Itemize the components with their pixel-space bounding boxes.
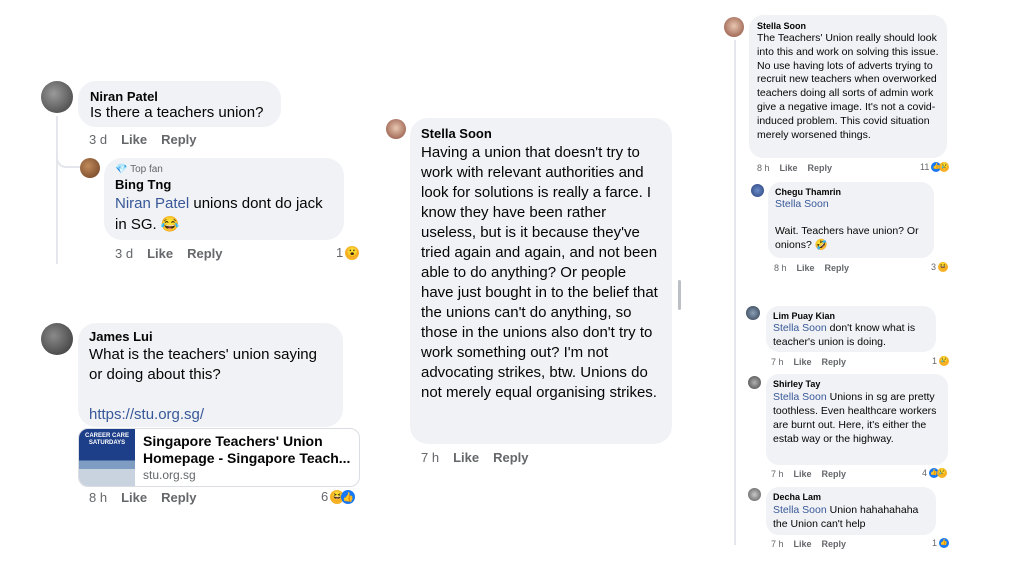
reaction-summary[interactable]: 1 😢	[932, 356, 950, 366]
reply-button[interactable]: Reply	[822, 469, 847, 479]
reply-bubble: Chegu Thamrin Stella Soon Wait. Teachers…	[768, 182, 934, 258]
like-button[interactable]: Like	[147, 246, 173, 261]
comment-meta: 7 h Like Reply	[771, 539, 860, 549]
sad-reaction-icon: 😢	[939, 162, 950, 172]
url-link[interactable]: https://stu.org.sg/	[89, 406, 204, 423]
timestamp[interactable]: 3 d	[115, 246, 133, 261]
like-button[interactable]: Like	[121, 490, 147, 505]
reply-button[interactable]: Reply	[825, 263, 850, 273]
reply-button[interactable]: Reply	[493, 450, 528, 465]
comment-text: What is the teachers' union saying or do…	[89, 346, 317, 383]
link-domain: stu.org.sg	[143, 468, 196, 482]
comment-text: The Teachers' Union really should look i…	[757, 32, 939, 141]
reaction-summary[interactable]: 1 👍	[932, 538, 950, 548]
avatar[interactable]	[41, 81, 73, 113]
author-name[interactable]: James Lui	[89, 329, 332, 345]
comment-bubble: Stella Soon Having a union that doesn't …	[410, 118, 672, 444]
reply-button[interactable]: Reply	[187, 246, 222, 261]
thread-line	[734, 40, 736, 545]
timestamp[interactable]: 7 h	[421, 450, 439, 465]
mention-link[interactable]: Niran Patel	[115, 195, 189, 212]
mention-link[interactable]: Stella Soon	[773, 322, 827, 334]
sad-reaction-icon: 😢	[937, 468, 948, 478]
haha-reaction-icon: 😆	[938, 262, 949, 272]
reaction-summary[interactable]: 3 😆	[931, 262, 949, 272]
reply-button[interactable]: Reply	[822, 539, 847, 549]
like-reaction-icon: 👍	[939, 538, 950, 548]
comment-meta: 8 h Like Reply	[757, 163, 846, 173]
reaction-summary[interactable]: 6 😆 👍	[321, 489, 356, 504]
like-button[interactable]: Like	[797, 263, 815, 273]
mention-link[interactable]: Stella Soon	[773, 391, 827, 403]
reply-bubble: 💎 Top fan Bing Tng Niran Patel unions do…	[104, 158, 344, 240]
thread-line	[56, 116, 58, 264]
comment-meta: 8 h Like Reply	[89, 490, 211, 505]
wow-reaction-icon: 😮	[345, 245, 360, 260]
author-name[interactable]: Lim Puay Kian	[773, 310, 929, 322]
avatar[interactable]	[41, 323, 73, 355]
comment-meta: 7 h Like Reply	[421, 450, 543, 465]
timestamp[interactable]: 7 h	[771, 357, 784, 367]
reaction-summary[interactable]: 4 👍 😢	[922, 468, 948, 478]
reaction-summary[interactable]: 1 😮	[336, 245, 360, 260]
reply-button[interactable]: Reply	[822, 357, 847, 367]
reply-button[interactable]: Reply	[808, 163, 833, 173]
author-name[interactable]: Decha Lam	[773, 491, 929, 503]
author-name[interactable]: Bing Tng	[115, 176, 333, 193]
like-button[interactable]: Like	[794, 539, 812, 549]
avatar[interactable]	[748, 488, 761, 501]
avatar[interactable]	[80, 158, 100, 178]
reply-bubble: Shirley Tay Stella Soon Unions in sg are…	[766, 374, 948, 465]
comment-meta: 7 h Like Reply	[771, 357, 860, 367]
reaction-summary[interactable]: 11 👍 😢	[920, 162, 950, 172]
timestamp[interactable]: 8 h	[757, 163, 770, 173]
link-thumbnail: CAREER CARE SATURDAYS	[79, 429, 135, 486]
mention-link[interactable]: Stella Soon	[773, 504, 827, 516]
author-name[interactable]: Niran Patel	[90, 89, 269, 104]
comment-text: Wait. Teachers have union? Or onions? 🤣	[775, 225, 919, 251]
comment-text: Is there a teachers union?	[90, 104, 264, 121]
comment-bubble: Stella Soon The Teachers' Union really s…	[749, 15, 947, 158]
timestamp[interactable]: 7 h	[771, 539, 784, 549]
comment-bubble: Niran Patel Is there a teachers union?	[78, 81, 281, 127]
avatar[interactable]	[724, 17, 744, 37]
comment-meta: 3 d Like Reply	[89, 132, 211, 147]
comment-text: Having a union that doesn't try to work …	[421, 144, 658, 401]
author-name[interactable]: Stella Soon	[757, 20, 939, 32]
mention-link[interactable]: Stella Soon	[775, 198, 829, 210]
avatar[interactable]	[751, 184, 764, 197]
avatar[interactable]	[746, 306, 760, 320]
like-button[interactable]: Like	[453, 450, 479, 465]
reply-button[interactable]: Reply	[161, 490, 196, 505]
reply-bubble: Decha Lam Stella Soon Union hahahahaha t…	[766, 487, 936, 535]
timestamp[interactable]: 8 h	[89, 490, 107, 505]
timestamp[interactable]: 7 h	[771, 469, 784, 479]
comment-bubble: James Lui What is the teachers' union sa…	[78, 323, 343, 427]
like-reaction-icon: 👍	[341, 489, 356, 504]
author-name[interactable]: Stella Soon	[421, 125, 661, 143]
timestamp[interactable]: 3 d	[89, 132, 107, 147]
sad-reaction-icon: 😢	[939, 356, 950, 366]
comment-meta: 8 h Like Reply	[774, 263, 863, 273]
top-fan-badge: 💎 Top fan	[115, 164, 163, 175]
like-button[interactable]: Like	[794, 469, 812, 479]
timestamp[interactable]: 8 h	[774, 263, 787, 273]
like-button[interactable]: Like	[121, 132, 147, 147]
comment-meta: 3 d Like Reply	[115, 246, 237, 261]
author-name[interactable]: Chegu Thamrin	[775, 186, 927, 198]
scrollbar[interactable]	[678, 280, 681, 310]
avatar[interactable]	[386, 119, 406, 139]
reply-button[interactable]: Reply	[161, 132, 196, 147]
author-name[interactable]: Shirley Tay	[773, 378, 941, 390]
reply-bubble: Lim Puay Kian Stella Soon don't know wha…	[766, 306, 936, 352]
like-button[interactable]: Like	[780, 163, 798, 173]
avatar[interactable]	[748, 376, 761, 389]
diamond-icon: 💎	[115, 164, 128, 175]
link-preview-card[interactable]: CAREER CARE SATURDAYS Singapore Teachers…	[78, 428, 360, 487]
comment-meta: 7 h Like Reply	[771, 469, 860, 479]
link-title: Singapore Teachers' Union Homepage - Sin…	[143, 433, 351, 466]
like-button[interactable]: Like	[794, 357, 812, 367]
reply-connector	[56, 150, 80, 168]
